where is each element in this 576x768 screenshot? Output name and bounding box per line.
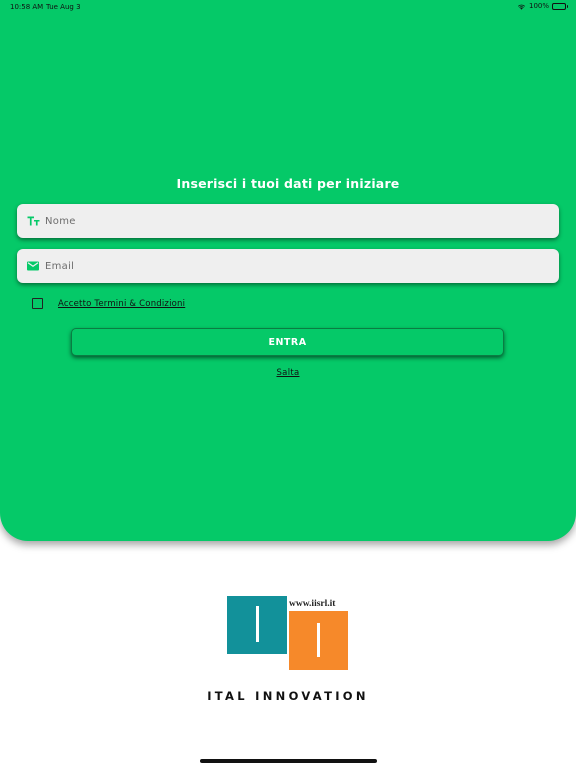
logo-bar (317, 623, 320, 657)
logo-url-text: www.iisrl.it (289, 599, 336, 609)
company-logo: www.iisrl.it (227, 596, 349, 672)
logo-teal-block (227, 596, 287, 654)
logo-bar (256, 606, 259, 642)
terms-row: Accetto Termini & Condizioni (32, 298, 185, 309)
skip-link: Salta (0, 368, 576, 378)
form-headline: Inserisci i tuoi dati per iniziare (176, 176, 400, 191)
battery-icon (552, 2, 568, 10)
email-input[interactable] (45, 256, 525, 276)
name-input[interactable] (45, 211, 525, 231)
status-date: Tue Aug 3 (46, 3, 81, 11)
terms-link[interactable]: Accetto Termini & Condizioni (58, 299, 185, 309)
email-field[interactable] (17, 249, 559, 283)
envelope-icon (25, 258, 41, 274)
status-bar: 10:58 AM Tue Aug 3 100% (0, 0, 576, 14)
battery-percentage: 100% (528, 2, 549, 10)
terms-checkbox[interactable] (32, 298, 43, 309)
text-size-icon (25, 213, 41, 229)
enter-button[interactable]: ENTRA (71, 328, 504, 356)
wifi-icon (517, 4, 525, 10)
name-field[interactable] (17, 204, 559, 238)
company-name: ITAL INNOVATION (207, 689, 369, 703)
skip-link-label[interactable]: Salta (276, 368, 299, 378)
home-indicator[interactable] (200, 759, 377, 763)
logo-orange-block (289, 611, 348, 670)
status-indicators: 100% (517, 2, 568, 10)
status-time: 10:58 AM (10, 3, 44, 11)
